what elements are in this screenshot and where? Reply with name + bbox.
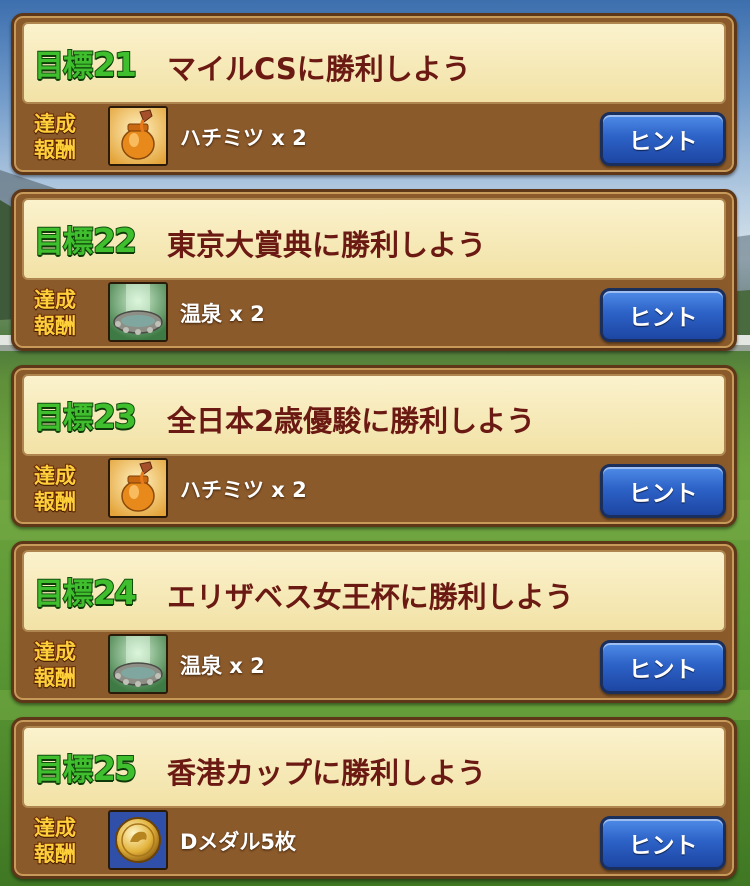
goal-number-tag: 目標 21 (33, 41, 138, 85)
reward-badge: 達成 報酬 (26, 108, 84, 166)
goal-number: 24 (92, 572, 138, 613)
reward-text: 温泉 x 2 (180, 302, 265, 326)
reward-badge-line2: 報酬 (33, 313, 77, 339)
goal-tag-label: 目標 (33, 224, 94, 261)
goal-card: 目標 21 マイルCSに勝利しよう 達成 報酬 ハチミツ x 2 ヒント (11, 13, 737, 175)
reward-badge-line2: 報酬 (33, 665, 77, 691)
reward-badge-line1: 達成 (33, 111, 77, 137)
reward-badge-line1: 達成 (33, 287, 77, 313)
goal-title: 全日本2歳優駿に勝利しよう (167, 404, 536, 438)
reward-text: ハチミツ x 2 (180, 478, 307, 502)
honey-pot-icon (108, 458, 168, 518)
hot-spring-icon (108, 634, 168, 694)
goal-title: 香港カップに勝利しよう (167, 756, 487, 790)
hint-button[interactable]: ヒント (600, 288, 726, 342)
goal-title: エリザベス女王杯に勝利しよう (167, 580, 574, 614)
goal-tag-label: 目標 (33, 752, 94, 789)
goal-number: 25 (92, 748, 138, 789)
reward-row: 達成 報酬 ハチミツ x 2 ヒント (22, 458, 726, 520)
gold-medal-icon (108, 810, 168, 870)
reward-badge-line1: 達成 (33, 463, 77, 489)
goal-card: 目標 22 東京大賞典に勝利しよう 達成 報酬 温泉 x 2 ヒント (11, 189, 737, 351)
goal-list: 目標 21 マイルCSに勝利しよう 達成 報酬 ハチミツ x 2 ヒント 目標 … (0, 0, 750, 886)
goal-title: 東京大賞典に勝利しよう (167, 228, 487, 262)
goal-bar: 目標 23 全日本2歳優駿に勝利しよう (22, 374, 726, 456)
goal-number-tag: 目標 25 (33, 745, 138, 789)
hint-button[interactable]: ヒント (600, 640, 726, 694)
reward-badge: 達成 報酬 (26, 284, 84, 342)
goal-title: マイルCSに勝利しよう (167, 52, 471, 86)
reward-badge-line2: 報酬 (33, 841, 77, 867)
honey-pot-icon (108, 106, 168, 166)
goal-tag-label: 目標 (33, 48, 94, 85)
hint-button[interactable]: ヒント (600, 464, 726, 518)
reward-badge: 達成 報酬 (26, 812, 84, 870)
reward-badge: 達成 報酬 (26, 636, 84, 694)
goal-tag-label: 目標 (33, 400, 94, 437)
goal-number: 23 (92, 396, 138, 437)
reward-row: 達成 報酬 Dメダル5枚 ヒント (22, 810, 726, 872)
goal-number: 21 (92, 44, 138, 85)
goal-bar: 目標 24 エリザベス女王杯に勝利しよう (22, 550, 726, 632)
reward-text: Dメダル5枚 (180, 830, 297, 854)
goal-number-tag: 目標 23 (33, 393, 138, 437)
reward-row: 達成 報酬 温泉 x 2 ヒント (22, 282, 726, 344)
goal-card: 目標 25 香港カップに勝利しよう 達成 報酬 Dメダル5枚 ヒント (11, 717, 737, 879)
hint-button[interactable]: ヒント (600, 112, 726, 166)
goal-card: 目標 23 全日本2歳優駿に勝利しよう 達成 報酬 ハチミツ x 2 ヒント (11, 365, 737, 527)
reward-badge-line1: 達成 (33, 639, 77, 665)
reward-badge-line1: 達成 (33, 815, 77, 841)
goal-card: 目標 24 エリザベス女王杯に勝利しよう 達成 報酬 温泉 x 2 ヒント (11, 541, 737, 703)
reward-badge: 達成 報酬 (26, 460, 84, 518)
hint-button[interactable]: ヒント (600, 816, 726, 870)
goal-number: 22 (92, 220, 138, 261)
goal-number-tag: 目標 24 (33, 569, 138, 613)
reward-row: 達成 報酬 ハチミツ x 2 ヒント (22, 106, 726, 168)
goal-bar: 目標 22 東京大賞典に勝利しよう (22, 198, 726, 280)
goal-bar: 目標 21 マイルCSに勝利しよう (22, 22, 726, 104)
reward-row: 達成 報酬 温泉 x 2 ヒント (22, 634, 726, 696)
reward-text: 温泉 x 2 (180, 654, 265, 678)
reward-text: ハチミツ x 2 (180, 126, 307, 150)
hot-spring-icon (108, 282, 168, 342)
reward-badge-line2: 報酬 (33, 489, 77, 515)
goal-bar: 目標 25 香港カップに勝利しよう (22, 726, 726, 808)
goal-number-tag: 目標 22 (33, 217, 138, 261)
goal-tag-label: 目標 (33, 576, 94, 613)
reward-badge-line2: 報酬 (33, 137, 77, 163)
